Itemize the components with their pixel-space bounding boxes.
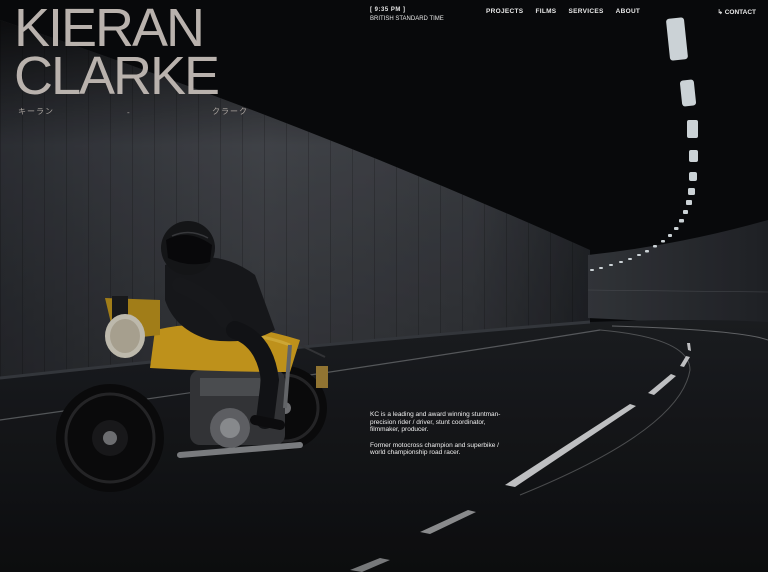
clock-timezone: BRITISH STANDARD TIME (370, 16, 444, 22)
main-nav: PROJECTS FILMS SERVICES ABOUT (486, 8, 640, 15)
bio-text: KC is a leading and award winning stuntm… (370, 411, 510, 465)
clock-time: [ 9:35 PM ] (370, 7, 406, 13)
nav-projects[interactable]: PROJECTS (486, 8, 523, 15)
nav-films[interactable]: FILMS (535, 8, 556, 15)
local-clock: [ 9:35 PM ] BRITISH STANDARD TIME (370, 7, 444, 23)
nav-services[interactable]: SERVICES (568, 8, 603, 15)
brand-last-name: CLARKE (14, 46, 220, 106)
hero-section: KIERAN CLARKE キーラン - クラーク [ 9:35 PM ] BR… (0, 0, 768, 572)
brand-kana-separator: - (127, 108, 130, 117)
bio-paragraph-1: KC is a leading and award winning stuntm… (370, 411, 501, 433)
brand-kana-first: キーラン (18, 107, 54, 116)
brand-kana-last: クラーク (212, 107, 248, 116)
brand-first-name: KIERAN (14, 0, 205, 58)
contact-link[interactable]: ↳ CONTACT (717, 8, 756, 16)
bio-paragraph-2: Former motocross champion and superbike … (370, 441, 499, 457)
nav-about[interactable]: ABOUT (616, 8, 641, 15)
brand-logo[interactable]: KIERAN CLARKE (14, 0, 220, 106)
